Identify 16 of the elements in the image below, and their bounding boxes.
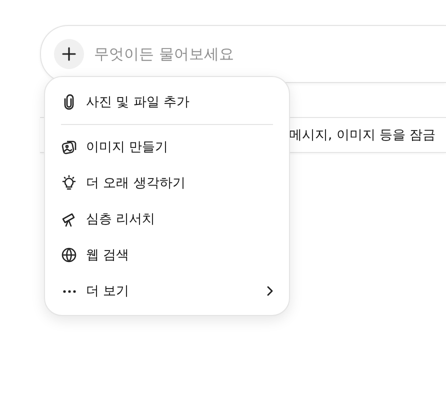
globe-icon (61, 247, 77, 263)
menu-item[interactable]: 사진 및 파일 추가 (45, 84, 289, 120)
plus-icon (62, 47, 76, 61)
image-icon (61, 139, 77, 155)
menu-item[interactable]: 웹 검색 (45, 237, 289, 273)
prompt-input[interactable]: 무엇이든 물어보세요 (92, 44, 446, 64)
telescope-icon (61, 211, 77, 227)
prompt-field[interactable]: 무엇이든 물어보세요 (40, 25, 446, 83)
notice-text: 메시지, 이미지 등을 잠금 (289, 127, 436, 144)
more-icon (62, 290, 76, 292)
lightbulb-icon (61, 175, 77, 191)
menu-item[interactable]: 이미지 만들기 (45, 129, 289, 165)
menu-item[interactable]: 심층 리서치 (45, 201, 289, 237)
menu-item[interactable]: 더 오래 생각하기 (45, 165, 289, 201)
add-button[interactable] (54, 39, 84, 69)
menu-item[interactable]: 더 보기 (45, 273, 289, 309)
